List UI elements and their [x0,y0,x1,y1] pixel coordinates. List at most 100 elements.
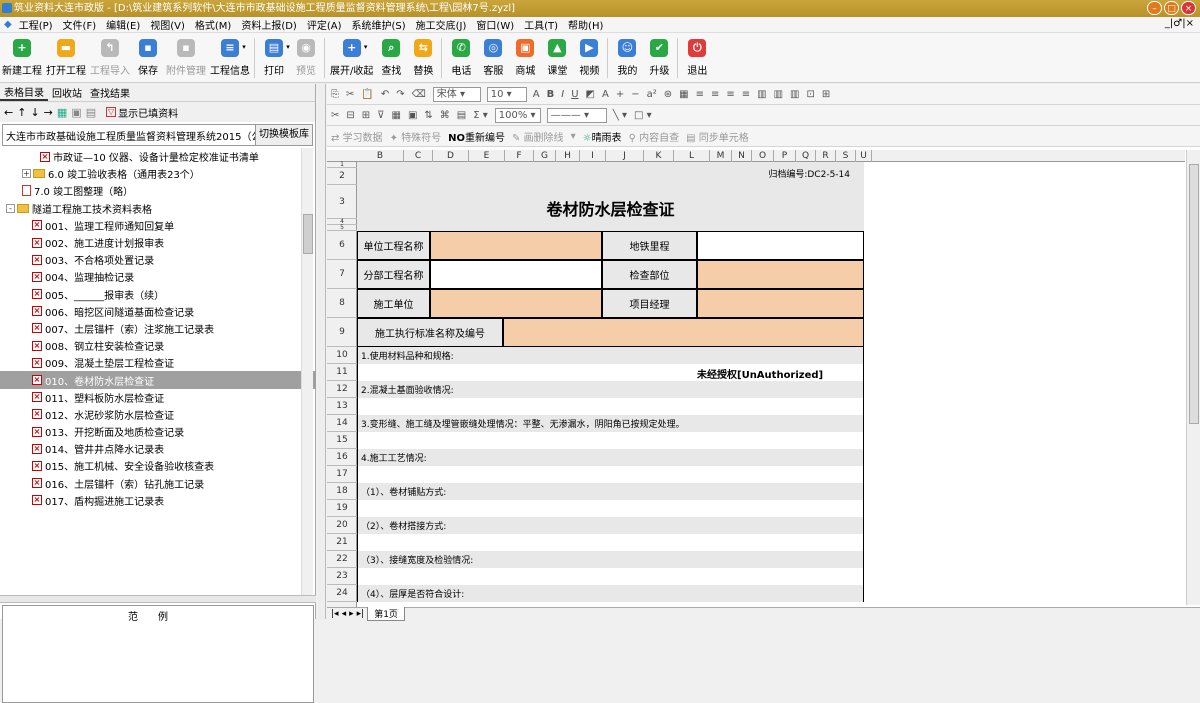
row-header[interactable]: 21 [327,534,357,551]
renumber-button[interactable]: NO重新编号 [448,129,505,144]
tree-item[interactable]: × 008、钢立柱安装检查记录 [0,337,316,354]
column-header[interactable]: H [556,150,580,162]
toolbar-button-3[interactable]: ▪ 保存 [134,33,162,82]
justify-icon[interactable]: ≡ [742,89,750,100]
tree-item[interactable]: × 007、土层锚杆（索）注浆施工记录表 [0,320,316,337]
form-line[interactable]: 4.施工工艺情况: [357,449,864,466]
tree-scrollbar[interactable] [301,148,313,595]
form-line[interactable]: 1.使用材料品种和规格: [357,347,864,364]
strikethrough-button[interactable]: ✎ 画删除线 [512,129,564,144]
column-header[interactable]: M [710,150,732,162]
row-header[interactable]: 11 [327,364,357,381]
column-header[interactable]: D [433,150,469,162]
minimize-button[interactable]: – [1147,1,1162,15]
tree-item[interactable]: × 市政证—10 仪器、设备计量检定校准证书清单 [0,148,316,165]
tree-item[interactable]: × 001、监理工程师通知回复单 [0,217,316,234]
first-sheet-icon[interactable]: |◂ [331,609,339,619]
menu-item-1[interactable]: 文件(F) [58,17,102,32]
special-icon[interactable]: ⊛ [664,89,672,100]
toolbar-button-18[interactable]: ⏻ 退出 [683,33,711,82]
superscript-icon[interactable]: a² [647,89,657,100]
prev-sheet-icon[interactable]: ◂ [342,609,347,619]
row-header[interactable]: 14 [327,415,357,432]
template-selector[interactable]: 大连市市政基础设施工程质量监督资料管理系统2015（公 切换模板库 [2,124,313,146]
underline-icon[interactable]: U [571,89,578,100]
tree-item[interactable]: × 013、开挖断面及地质检查记录 [0,423,316,440]
scissors-icon[interactable]: ✂ [331,110,339,121]
toolbar-button-5[interactable]: ≡ ▾ 工程信息 [210,33,250,82]
redo-icon[interactable]: ↷ [396,89,404,100]
tree-item[interactable]: × 011、塑料板防水层检查证 [0,389,316,406]
italic-icon[interactable]: I [561,89,564,100]
expand-toggle-icon[interactable]: + [22,169,31,179]
zoom-select[interactable]: 100% ▾ [494,107,541,123]
tree-item[interactable]: × 010、卷材防水层检查证 [0,371,316,389]
sum-icon[interactable]: Σ ▾ [473,110,488,121]
toolbar-button-1[interactable]: ▬ 打开工程 [46,33,86,82]
toolbar-button-11[interactable]: ✆ 电话 [447,33,475,82]
form-line[interactable]: （4）、层厚是否符合设计: [357,585,864,602]
font-select[interactable]: 宋体 ▾ [432,86,481,102]
row-header[interactable]: 13 [327,398,357,415]
down-icon[interactable]: ↓ [30,106,39,119]
toolbar-button-15[interactable]: ▶ 视频 [575,33,603,82]
menu-item-10[interactable]: 工具(T) [519,17,563,32]
grid-icon[interactable]: ▦ [57,106,67,119]
image-icon[interactable]: ▣ [408,110,417,121]
column-header[interactable]: O [752,150,774,162]
toolbar-button-10[interactable]: ⇆ 替换 [409,33,437,82]
standard-field[interactable] [503,318,864,347]
column-header[interactable]: G [534,150,556,162]
sync-cell-button[interactable]: ▤ 同步单元格 [686,129,749,144]
fill-color-icon[interactable]: ◩ [586,89,595,100]
sheet-scroll-thumb[interactable] [1189,164,1199,424]
toolbar-button-8[interactable]: + ▾ 展开/收起 [330,33,373,82]
blank-line[interactable] [357,534,864,551]
tree-item[interactable]: × 006、暗挖区间隧道基面检查记录 [0,303,316,320]
next-sheet-icon[interactable]: ▸ [349,609,354,619]
menu-item-4[interactable]: 格式(M) [190,17,236,32]
row-header[interactable]: 15 [327,432,357,449]
row-header[interactable]: 7 [327,260,357,289]
form-line[interactable]: 2.混凝土基面验收情况: [357,381,864,398]
clear-icon[interactable]: ⌫ [412,89,426,100]
font-color-icon[interactable]: A [602,89,609,100]
wrap-icon[interactable]: ▤ [457,110,466,121]
close-button[interactable]: × [1181,1,1196,15]
tab-recycle-bin[interactable]: 回收站 [48,85,86,100]
line-color-icon[interactable]: ╲ ▾ [613,110,627,121]
tree-item[interactable]: × 016、土层锚杆（索）钻孔施工记录 [0,475,316,492]
maximize-button[interactable]: □ [1164,1,1179,15]
sheet-scrollbar[interactable] [1186,150,1200,605]
chart-icon[interactable]: ▦ [392,110,401,121]
label-check-part[interactable]: 检查部位 [602,260,697,289]
self-check-button[interactable]: ⚲ 内容自查 [629,129,680,144]
row-header[interactable]: 6 [327,231,357,260]
align-center-icon[interactable]: ≡ [711,89,719,100]
form-title[interactable]: 卷材防水层检查证 [357,185,864,231]
metro-mileage-field[interactable] [697,231,864,260]
tree-item[interactable]: × 002、施工进度计划报审表 [0,234,316,251]
toolbar-button-0[interactable]: + 新建工程 [2,33,42,82]
sheet-tab-page1[interactable]: 第1页 [367,606,405,621]
tree-item[interactable]: +6.0 竣工验收表格（通用表23个） [0,165,316,182]
tree-item[interactable]: 7.0 竣工图整理（略） [0,182,316,199]
tree-item[interactable]: × 003、不合格项处置记录 [0,251,316,268]
list-icon[interactable]: ▤ [86,106,96,119]
tree-item[interactable]: × 009、混凝土垫层工程检查证 [0,354,316,371]
row-header[interactable]: 2 [327,168,357,185]
sub-project-field[interactable] [430,260,602,289]
construction-unit-field[interactable] [430,289,602,318]
row-header[interactable]: 3 [327,185,357,219]
project-manager-field[interactable] [697,289,864,318]
toolbar-button-6[interactable]: ▤ ▾ 打印 [260,33,290,82]
row-header[interactable]: 12 [327,381,357,398]
column-header[interactable]: I [580,150,606,162]
toolbar-button-4[interactable]: ▪ 附件管理 [166,33,206,82]
check-part-field[interactable] [697,260,864,289]
column3-icon[interactable]: ▥ [790,89,799,100]
show-filled-toggle[interactable]: ▽ 显示已填资料 [106,105,178,120]
column-header[interactable]: Q [796,150,816,162]
label-construction-unit[interactable]: 施工单位 [357,289,430,318]
mdi-controls[interactable]: _|♂|× [1165,18,1194,29]
